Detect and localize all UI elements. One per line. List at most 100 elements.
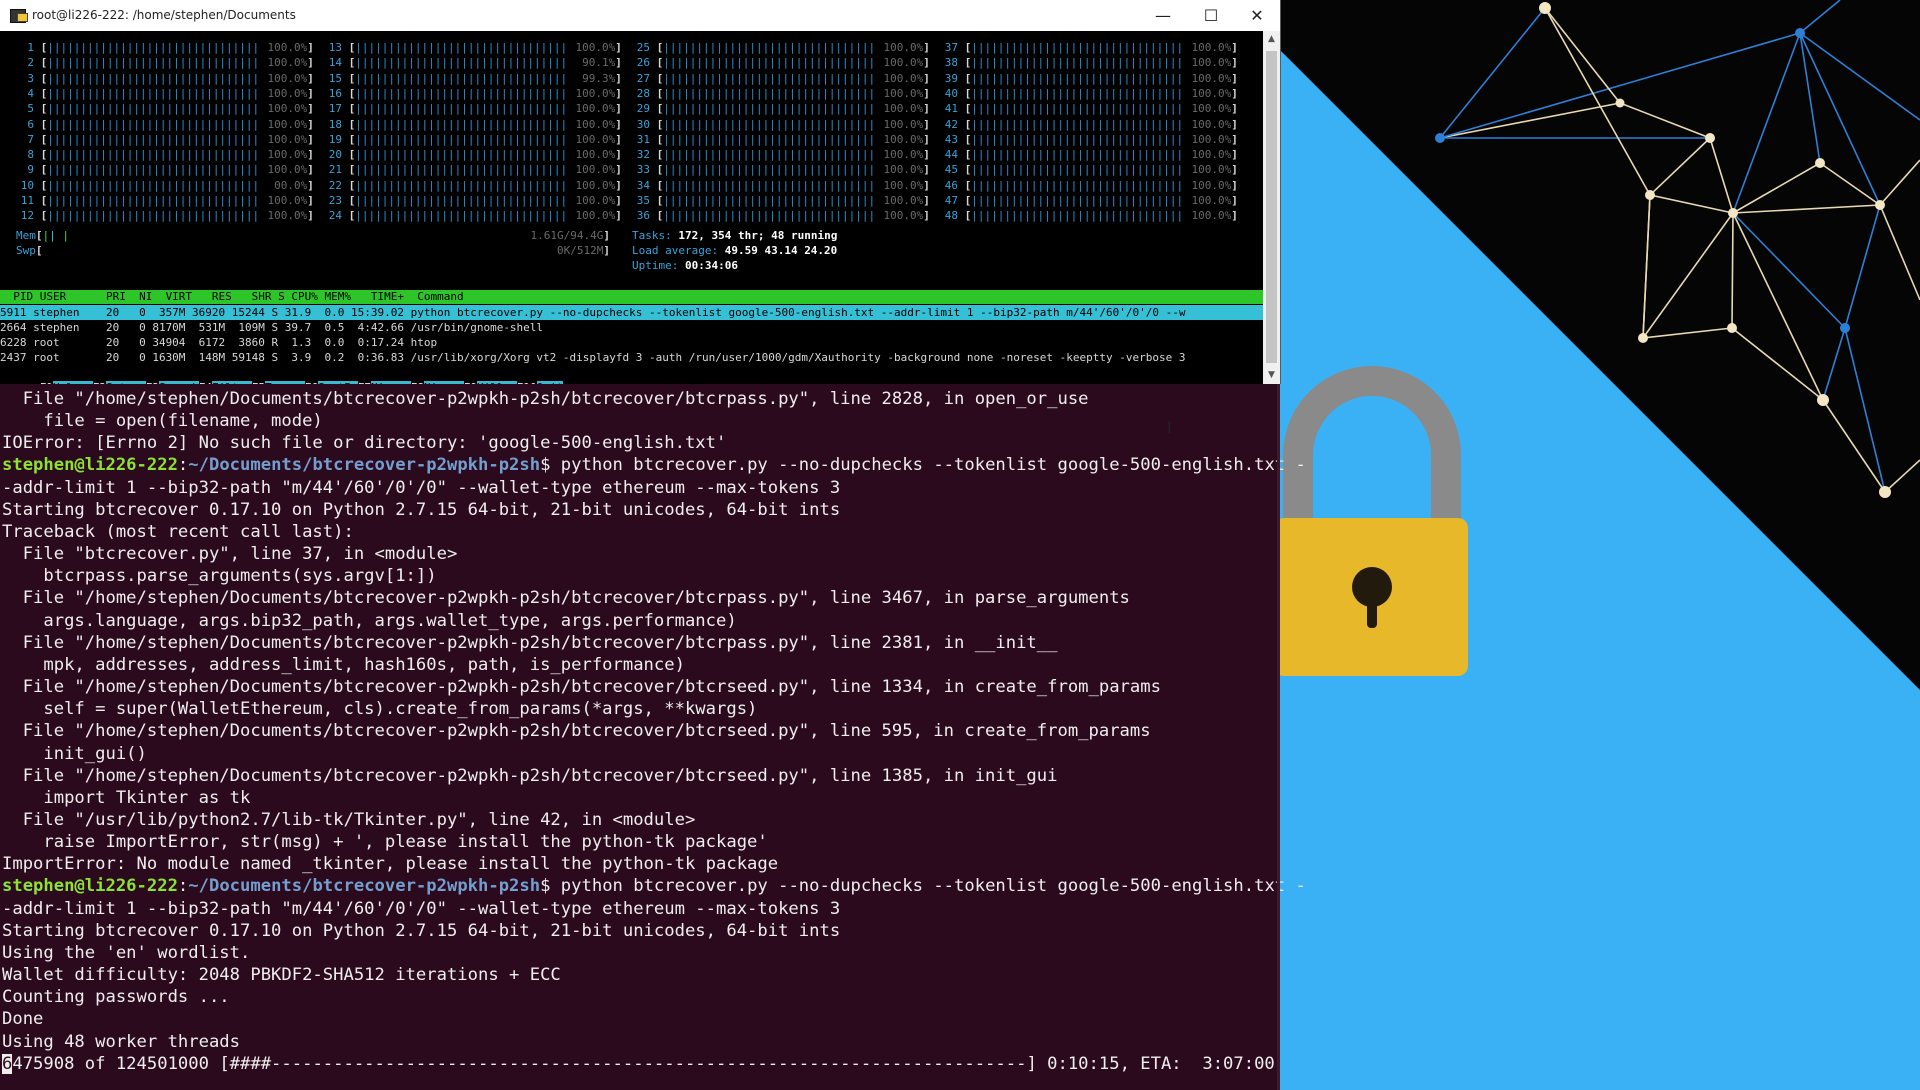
prompt-separator: : xyxy=(177,455,189,476)
process-row[interactable]: 2664 stephen 20 0 8170M 531M 109M S 39.7… xyxy=(0,320,1263,335)
cpu-meter: 22 [||||||||||||||||||||||||||||||||||||… xyxy=(320,178,622,193)
terminal-line: 6475908 of 124501000 [####--------------… xyxy=(2,1053,1306,1075)
cpu-percent: 100.0% xyxy=(575,102,616,116)
cpu-number: 34 xyxy=(636,178,650,192)
cpu-number: 20 xyxy=(328,148,342,162)
cpu-number: 40 xyxy=(944,86,958,100)
terminal-line: File "/home/stephen/Documents/btcrecover… xyxy=(2,632,1306,654)
cpu-usage-bar: |||||||||||||||||||||||||||||||||||||||| xyxy=(47,41,261,54)
scroll-down-icon[interactable]: ▼ xyxy=(1263,367,1280,384)
cpu-usage-bar: |||||||||||||||||||||||||||||||||||||||| xyxy=(663,41,877,54)
cpu-usage-bar: |||||||||||||||||||||||||||||||||||||||| xyxy=(355,178,569,192)
cpu-number: 1 xyxy=(27,41,34,54)
line-text: Done xyxy=(2,1009,44,1030)
process-row-selected[interactable]: 5911 stephen 20 0 357M 36920 15244 S 31.… xyxy=(0,305,1263,320)
cpu-number: 16 xyxy=(328,86,342,100)
cpu-meter: 30 [||||||||||||||||||||||||||||||||||||… xyxy=(628,117,930,132)
cpu-meter: 31 [||||||||||||||||||||||||||||||||||||… xyxy=(628,132,930,147)
terminal-window[interactable]: File "/home/stephen/Documents/btcrecover… xyxy=(0,384,1306,1090)
cpu-number: 35 xyxy=(636,194,650,207)
minimize-button[interactable]: — xyxy=(1140,0,1186,31)
prompt-user: stephen@li226-222 xyxy=(2,876,178,897)
terminal-line: Starting btcrecover 0.17.10 on Python 2.… xyxy=(2,499,1306,521)
cpu-number: 10 xyxy=(20,178,34,192)
prompt-separator: : xyxy=(177,876,189,897)
cpu-number: 13 xyxy=(328,41,342,54)
cpu-usage-bar: |||||||||||||||||||||||||||||||||||||||| xyxy=(47,163,261,177)
process-table-header[interactable]: PID USER PRI NI VIRT RES SHR S CPU% MEM%… xyxy=(0,290,1263,304)
cpu-percent: 100.0% xyxy=(1191,41,1232,54)
line-text: -addr-limit 1 --bip32-path "m/44'/60'/0'… xyxy=(2,477,841,498)
cpu-percent: 100.0% xyxy=(1191,117,1232,131)
putty-scrollbar[interactable]: ▲ ▼ xyxy=(1263,31,1280,384)
cpu-usage-bar: |||||||||||||||||||||||||||||||||||||||| xyxy=(663,71,877,85)
close-button[interactable]: ✕ xyxy=(1234,0,1280,31)
cpu-number: 8 xyxy=(27,148,34,162)
cpu-usage-bar: |||||||||||||||||||||||||||||||||||||||| xyxy=(47,102,261,116)
uptime-label: Uptime: xyxy=(632,259,679,272)
cpu-usage-bar: |||||||||||||||||||||||||||||||||||||||| xyxy=(47,148,261,162)
cpu-meter: 44 [||||||||||||||||||||||||||||||||||||… xyxy=(936,147,1238,162)
line-text: File "/home/stephen/Documents/btcrecover… xyxy=(2,588,1130,609)
cpu-meter: 27 [||||||||||||||||||||||||||||||||||||… xyxy=(628,71,930,86)
line-text: init_gui() xyxy=(2,743,147,764)
cpu-number: 25 xyxy=(636,41,650,54)
cpu-meter: 14 [||||||||||||||||||||||||||||||||||||… xyxy=(320,55,622,70)
cpu-percent: 100.0% xyxy=(575,117,616,131)
cpu-meter: 23 [||||||||||||||||||||||||||||||||||||… xyxy=(320,193,622,208)
cpu-percent: 90.1% xyxy=(582,56,616,70)
cpu-number: 31 xyxy=(636,132,650,146)
process-row[interactable]: 6228 root 20 0 34904 6172 3860 R 1.3 0.0… xyxy=(0,335,1263,350)
cpu-number: 14 xyxy=(328,56,342,70)
putty-title-bar[interactable]: root@li226-222: /home/stephen/Documents … xyxy=(0,0,1280,32)
tasks-value: 172, 354 thr; 48 running xyxy=(678,229,838,242)
cpu-usage-bar: |||||||||||||||||||||||||||||||||||||||| xyxy=(47,132,261,146)
cpu-percent: 100.0% xyxy=(1191,71,1232,85)
prompt-user: stephen@li226-222 xyxy=(2,455,178,476)
cpu-number: 33 xyxy=(636,163,650,177)
cpu-percent: 100.0% xyxy=(575,41,616,54)
putty-icon[interactable] xyxy=(10,9,28,23)
cpu-number: 29 xyxy=(636,102,650,116)
putty-window[interactable]: root@li226-222: /home/stephen/Documents … xyxy=(0,0,1281,394)
cpu-number: 7 xyxy=(27,132,34,146)
cpu-meter: 1 [|||||||||||||||||||||||||||||||||||||… xyxy=(12,40,314,55)
line-text: mpk, addresses, address_limit, hash160s,… xyxy=(2,654,685,675)
cpu-meter: 7 [|||||||||||||||||||||||||||||||||||||… xyxy=(12,132,314,147)
cpu-usage-bar: |||||||||||||||||||||||||||||||||||||||| xyxy=(971,56,1185,70)
cpu-usage-bar: |||||||||||||||||||||||||||||||||||||||| xyxy=(971,132,1185,146)
terminal-line: File "btcrecover.py", line 37, in <modul… xyxy=(2,543,1306,565)
swp-value-text: 0K/512M xyxy=(557,244,604,257)
cpu-percent: 100.0% xyxy=(1191,194,1232,207)
cpu-percent: 100.0% xyxy=(267,209,308,223)
line-text: File "/home/stephen/Documents/btcrecover… xyxy=(2,765,1058,786)
terminal-line: init_gui() xyxy=(2,743,1306,765)
cpu-meter: 35 [||||||||||||||||||||||||||||||||||||… xyxy=(628,193,930,208)
maximize-button[interactable]: ☐ xyxy=(1188,0,1234,31)
process-row[interactable]: 2437 root 20 0 1630M 148M 59148 S 3.9 0.… xyxy=(0,350,1263,365)
cpu-percent: 100.0% xyxy=(267,71,308,85)
cpu-percent: 100.0% xyxy=(1191,148,1232,162)
cpu-meter: 45 [||||||||||||||||||||||||||||||||||||… xyxy=(936,162,1238,177)
terminal-line: btcrpass.parse_arguments(sys.argv[1:]) xyxy=(2,565,1306,587)
cpu-meter: 34 [||||||||||||||||||||||||||||||||||||… xyxy=(628,178,930,193)
cpu-meter: 4 [|||||||||||||||||||||||||||||||||||||… xyxy=(12,86,314,101)
cpu-meter: 36 [||||||||||||||||||||||||||||||||||||… xyxy=(628,208,930,223)
cpu-meter: 20 [||||||||||||||||||||||||||||||||||||… xyxy=(320,147,622,162)
cpu-usage-bar: |||||||||||||||||||||||||||||||||||||||| xyxy=(663,178,877,192)
htop-view[interactable]: 1 [|||||||||||||||||||||||||||||||||||||… xyxy=(0,31,1263,394)
terminal-line: Wallet difficulty: 2048 PBKDF2-SHA512 it… xyxy=(2,964,1306,986)
line-text: file = open(filename, mode) xyxy=(2,411,323,432)
terminal-line: import Tkinter as tk xyxy=(2,787,1306,809)
cpu-usage-bar: |||||||||||||||||||||||||||||||||||||||| xyxy=(971,86,1185,100)
terminal-edge xyxy=(1277,384,1280,1090)
scroll-up-icon[interactable]: ▲ xyxy=(1263,31,1280,48)
line-text: $ python btcrecover.py --no-dupchecks --… xyxy=(540,876,1306,897)
cpu-usage-bar: |||||||||||||||||||||||||||||||||||||||| xyxy=(355,41,569,54)
line-text: Starting btcrecover 0.17.10 on Python 2.… xyxy=(2,920,841,941)
mouse-ibeam-cursor: I xyxy=(1167,418,1172,437)
cpu-number: 18 xyxy=(328,117,342,131)
scrollbar-thumb[interactable] xyxy=(1266,51,1277,363)
cpu-percent: 100.0% xyxy=(575,178,616,192)
tasks-summary: Tasks: 172, 354 thr; 48 running xyxy=(632,228,837,243)
